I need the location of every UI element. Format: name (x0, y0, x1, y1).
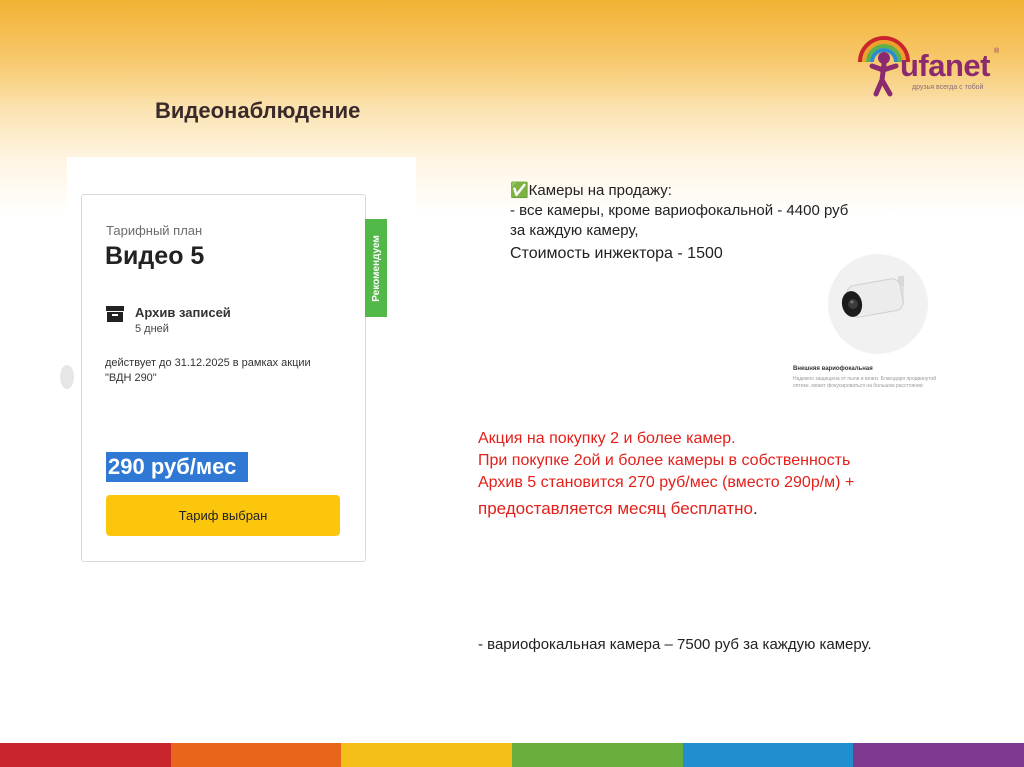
footer-stripe-segment (853, 743, 1024, 767)
promo-name-line: "ВДН 290" (105, 372, 157, 384)
promo-line-last: предоставляется месяц бесплатно. (478, 498, 998, 520)
cameras-sale-line: - все камеры, кроме вариофокальной - 440… (510, 202, 849, 219)
bullet-camera-icon (841, 276, 904, 318)
footer-stripe-segment (682, 743, 854, 767)
logo-tagline: друзья всегда с тобой (912, 84, 984, 91)
ufanet-logo: ufanet ® друзья всегда с тобой (852, 28, 1002, 100)
footer-stripe-segment (341, 743, 513, 767)
footer-color-stripe (0, 743, 1024, 767)
tariff-price: 290 руб/мес (106, 452, 249, 482)
tariff-plan-name: Видео 5 (105, 242, 205, 270)
promo-line: Акция на покупку 2 и более камер. (478, 430, 736, 447)
camera-product-image: Внешняя вариофокальная Надежно защищена … (786, 252, 956, 402)
promo-period: . (753, 499, 758, 518)
tariff-card: Тарифный план Видео 5 Архив записей 5 дн… (81, 194, 366, 562)
footer-stripe-segment (170, 743, 342, 767)
cameras-sale-heading: ✅Камеры на продажу: (510, 182, 672, 199)
archive-days: 5 дней (135, 323, 169, 335)
camera-description: Надежно защищена от пыли и влаги. Благод… (793, 376, 953, 390)
recommend-badge: Рекомендуем (365, 219, 387, 317)
archive-box-icon (106, 306, 124, 322)
logo-wordmark: ufanet (900, 48, 991, 83)
camera-description-line: оптике, может фокусироваться на большом … (793, 383, 923, 389)
vario-camera-price: - вариофокальная камера – 7500 руб за ка… (478, 636, 872, 653)
carousel-edge (60, 365, 74, 389)
recommend-badge-label: Рекомендуем (370, 234, 382, 302)
slide-title: Видеонаблюдение (155, 98, 361, 123)
logo-registered-mark: ® (994, 48, 1000, 55)
footer-stripe-segment (0, 743, 171, 767)
cameras-sale-line: за каждую камеру, (510, 222, 639, 239)
camera-description-line: Надежно защищена от пыли и влаги. Благод… (793, 376, 937, 382)
promo-validity-line: действует до 31.12.2025 в рамках акции (105, 357, 311, 369)
promo-line: При покупке 2ой и более камеры в собстве… (478, 452, 851, 469)
camera-caption: Внешняя вариофокальная (793, 366, 873, 372)
promo-block: Акция на покупку 2 и более камер. При по… (478, 428, 998, 520)
tariff-label: Тарифный план (106, 223, 203, 238)
tariff-selected-button[interactable]: Тариф выбран (106, 495, 340, 536)
promo-line: Архив 5 становится 270 руб/мес (вместо 2… (478, 474, 855, 491)
footer-stripe-segment (512, 743, 683, 767)
archive-title: Архив записей (135, 305, 231, 320)
promo-free-month: предоставляется месяц бесплатно (478, 499, 753, 518)
promo-validity-note: действует до 31.12.2025 в рамках акции "… (105, 356, 357, 386)
